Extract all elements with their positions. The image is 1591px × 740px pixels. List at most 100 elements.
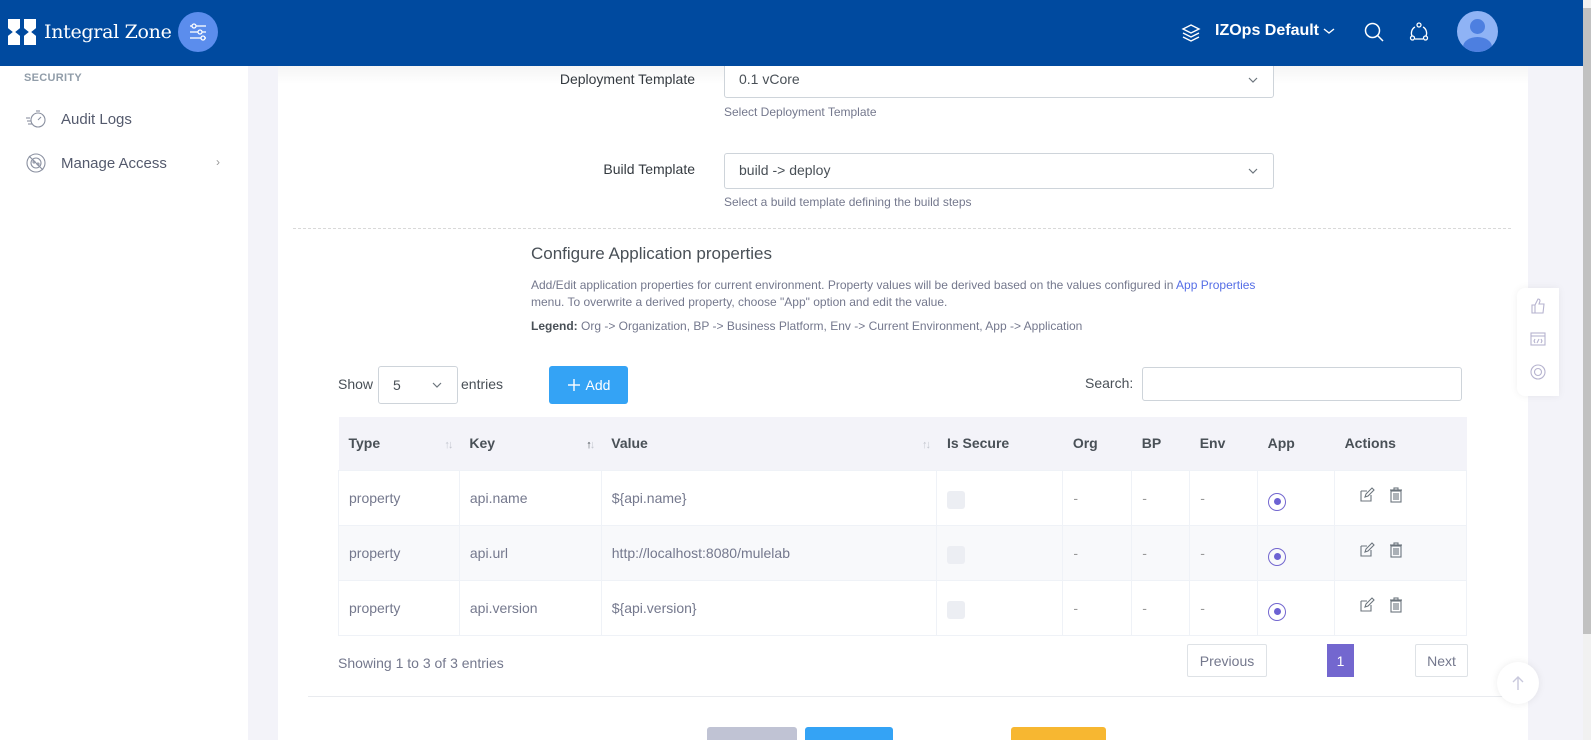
cell-type: property xyxy=(338,524,460,581)
sidebar-section-title: SECURITY xyxy=(24,72,83,84)
edit-icon[interactable] xyxy=(1359,541,1375,561)
build-template-help: Select a build template defining the bui… xyxy=(724,195,972,209)
delete-icon[interactable] xyxy=(1389,596,1403,616)
chevron-down-icon xyxy=(1248,77,1258,83)
deployment-template-select[interactable]: 0.1 vCore xyxy=(724,62,1274,98)
workspace-dropdown[interactable]: IZOps Default xyxy=(1215,22,1335,40)
cell-key: api.name xyxy=(458,469,602,526)
help-lifebuoy-icon[interactable] xyxy=(1530,364,1546,385)
chevron-down-icon xyxy=(432,382,442,388)
app-radio[interactable] xyxy=(1268,602,1287,621)
logo-icon xyxy=(8,17,38,47)
sort-icon: ↑↓ xyxy=(921,439,931,451)
scrollbar-thumb[interactable] xyxy=(1583,8,1591,634)
cell-org: - xyxy=(1062,524,1133,581)
search-label: Search: xyxy=(1085,375,1134,391)
table-row: property api.version ${api.version} - - … xyxy=(338,579,1467,636)
page-length-value: 5 xyxy=(393,377,401,393)
column-header-is-secure: Is Secure xyxy=(936,417,1063,470)
table-row: property api.url http://localhost:8080/m… xyxy=(338,524,1467,581)
footer-divider xyxy=(308,696,1508,697)
sidebar-item-audit-logs[interactable]: Audit Logs xyxy=(24,106,224,132)
brand-logo[interactable]: Integral Zone xyxy=(8,17,172,47)
back-to-top-button[interactable] xyxy=(1497,662,1539,704)
cell-bp: - xyxy=(1131,524,1191,581)
access-icon xyxy=(24,151,48,175)
app-radio[interactable] xyxy=(1268,547,1287,566)
next-page-button[interactable]: Next xyxy=(1415,644,1468,677)
cell-bp: - xyxy=(1131,469,1191,526)
add-property-button[interactable]: Add xyxy=(549,366,628,404)
app-properties-link[interactable]: App Properties xyxy=(1176,278,1255,292)
app-radio[interactable] xyxy=(1268,492,1287,511)
chevron-down-icon xyxy=(1248,168,1258,174)
build-template-select[interactable]: build -> deploy xyxy=(724,153,1274,189)
previous-page-button[interactable]: Previous xyxy=(1187,644,1267,677)
thumbs-up-icon[interactable] xyxy=(1530,298,1546,319)
arrow-up-icon xyxy=(1512,676,1524,690)
column-header-bp: BP xyxy=(1131,417,1190,470)
notification-icon[interactable] xyxy=(1408,21,1430,48)
properties-section-title: Configure Application properties xyxy=(531,244,772,263)
section-divider xyxy=(293,228,1511,229)
description-text: Add/Edit application properties for curr… xyxy=(531,278,1177,292)
build-template-label: Build Template xyxy=(603,161,695,177)
menu-toggle-button[interactable] xyxy=(178,12,218,52)
page-1-button[interactable]: 1 xyxy=(1327,644,1354,677)
edit-icon[interactable] xyxy=(1359,486,1375,506)
cell-app xyxy=(1257,524,1336,581)
cell-env: - xyxy=(1189,524,1259,581)
column-header-type[interactable]: Type ↑↓ xyxy=(338,417,460,470)
table-info: Showing 1 to 3 of 3 entries xyxy=(338,655,504,671)
sort-icon: ↑↓ xyxy=(444,439,453,451)
sliders-icon xyxy=(190,23,206,41)
cell-org: - xyxy=(1062,579,1133,636)
edit-icon[interactable] xyxy=(1359,596,1375,616)
properties-table: Type ↑↓ Key ↑↓ Value ↑↓ Is Secure Org BP En… xyxy=(338,417,1467,636)
footer-button-1[interactable] xyxy=(707,727,797,740)
cell-is-secure xyxy=(936,469,1064,526)
cell-value: http://localhost:8080/mulelab xyxy=(600,524,938,581)
cell-app xyxy=(1257,469,1336,526)
user-avatar[interactable] xyxy=(1457,11,1498,52)
column-header-org: Org xyxy=(1062,417,1132,470)
legend: Legend: Org -> Organization, BP -> Busin… xyxy=(531,319,1082,333)
chevron-down-icon xyxy=(1323,28,1335,34)
legend-label: Legend: xyxy=(531,319,578,333)
column-header-key[interactable]: Key ↑↓ xyxy=(459,417,602,470)
deployment-template-value: 0.1 vCore xyxy=(739,71,800,87)
cell-key: api.url xyxy=(458,524,602,581)
is-secure-checkbox[interactable] xyxy=(947,546,966,564)
column-header-actions: Actions xyxy=(1334,417,1467,470)
delete-icon[interactable] xyxy=(1389,486,1403,506)
page-gutter xyxy=(248,66,278,740)
is-secure-checkbox[interactable] xyxy=(947,601,966,619)
cell-type: property xyxy=(338,469,460,526)
cell-value: ${api.name} xyxy=(600,469,938,526)
cell-value: ${api.version} xyxy=(600,579,938,636)
page-length-select[interactable]: 5 xyxy=(378,366,458,404)
top-navbar: Integral Zone IZOps Default xyxy=(0,0,1583,66)
footer-button-2[interactable] xyxy=(805,727,893,740)
chevron-right-icon: › xyxy=(216,155,220,169)
cell-env: - xyxy=(1189,579,1259,636)
is-secure-checkbox[interactable] xyxy=(947,491,966,509)
cell-actions xyxy=(1334,524,1467,581)
cell-env: - xyxy=(1189,469,1259,526)
table-search-input[interactable] xyxy=(1142,367,1462,401)
delete-icon[interactable] xyxy=(1389,541,1403,561)
sidebar-item-manage-access[interactable]: Manage Access › xyxy=(24,150,224,176)
table-header-row: Type ↑↓ Key ↑↓ Value ↑↓ Is Secure Org BP En… xyxy=(338,417,1467,470)
build-template-value: build -> deploy xyxy=(739,162,831,178)
embed-code-icon[interactable] xyxy=(1530,332,1546,351)
add-button-label: Add xyxy=(585,377,611,393)
cell-org: - xyxy=(1062,469,1133,526)
deployment-template-help: Select Deployment Template xyxy=(724,105,877,119)
deployment-template-label: Deployment Template xyxy=(559,71,695,87)
footer-button-3[interactable] xyxy=(1011,727,1106,740)
search-icon[interactable] xyxy=(1363,21,1385,48)
column-header-env: Env xyxy=(1189,417,1258,470)
description-text: menu. To overwrite a derived property, c… xyxy=(531,295,948,309)
cell-app xyxy=(1257,579,1336,636)
column-header-value[interactable]: Value ↑↓ xyxy=(601,417,937,470)
